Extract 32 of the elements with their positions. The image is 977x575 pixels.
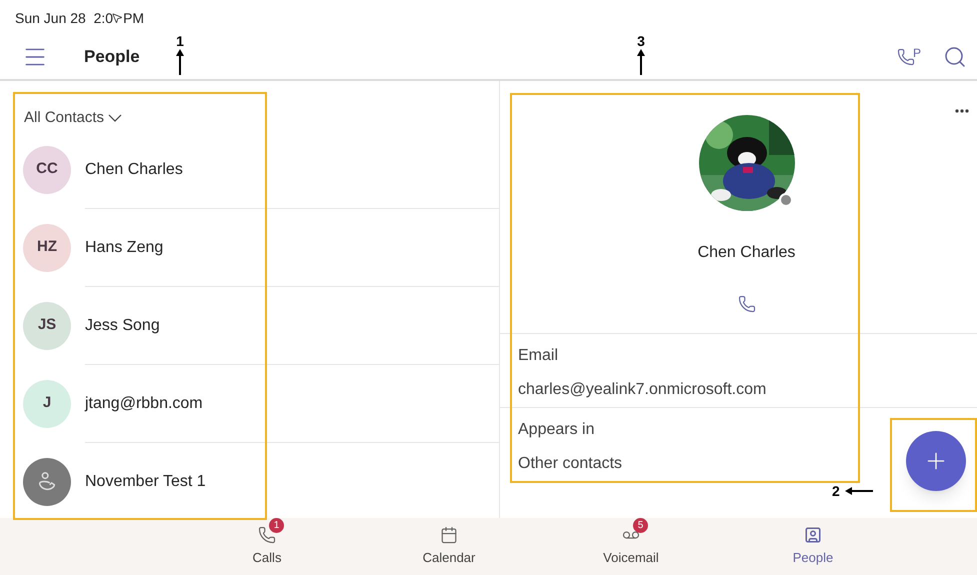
nav-tab[interactable]: Calendar	[358, 518, 540, 575]
contact-name: Chen Charles	[85, 160, 183, 180]
field-label: Email	[518, 346, 558, 366]
contact-avatar: J	[23, 380, 71, 428]
contact-name: Hans Zeng	[85, 238, 164, 258]
contact-avatar: HZ	[23, 224, 71, 272]
callout-number: 1	[176, 34, 184, 48]
contacts-filter-dropdown[interactable]: All Contacts	[24, 107, 122, 130]
nav-tab[interactable]: People	[722, 518, 904, 575]
contact-item[interactable]: HZ Hans Zeng	[0, 208, 499, 286]
time-period: PM	[123, 8, 144, 28]
notification-badge: 5	[633, 518, 648, 533]
callout-number: 2	[832, 484, 840, 498]
contact-avatar: JS	[23, 302, 71, 350]
contact-item[interactable]: JS Jess Song	[0, 286, 499, 364]
contact-item[interactable]: J jtang@rbbn.com	[0, 364, 499, 442]
callout-number: 3	[637, 34, 645, 48]
page-title: People	[84, 46, 140, 68]
contact-item[interactable]: CC Chen Charles	[0, 130, 499, 208]
field-value: Other contacts	[518, 454, 622, 474]
contact-item[interactable]: November Test 1	[0, 442, 499, 520]
contact-name: Jess Song	[85, 316, 160, 336]
contact-name: November Test 1	[85, 472, 206, 492]
field-label: Appears in	[518, 420, 594, 440]
contact-name: jtang@rbbn.com	[85, 394, 203, 414]
field-value: charles@yealink7.onmicrosoft.com	[518, 380, 766, 400]
contact-avatar: CC	[23, 146, 71, 194]
nav-tab[interactable]: 5 Voicemail	[540, 518, 722, 575]
notification-badge: 1	[269, 518, 284, 533]
date-time: Sun Jun 28 2:0	[15, 8, 114, 28]
contact-name: Chen Charles	[698, 243, 796, 263]
nav-tab[interactable]: 1 Calls	[176, 518, 358, 575]
